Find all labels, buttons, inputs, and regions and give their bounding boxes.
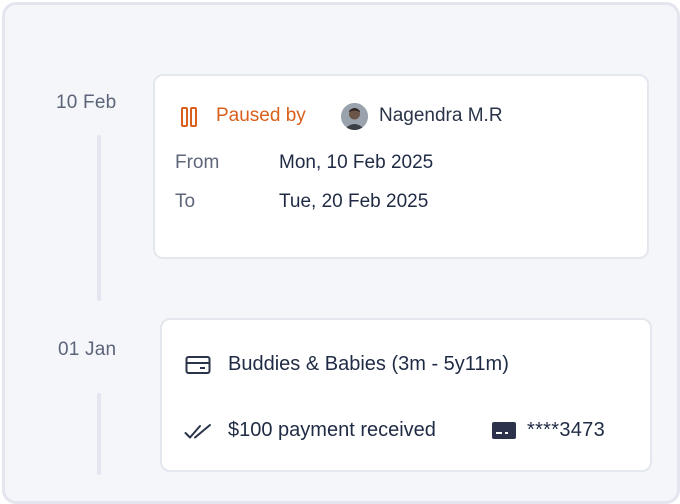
to-label: To xyxy=(175,191,196,212)
payment-status: $100 payment received xyxy=(228,419,436,441)
card-icon xyxy=(185,356,211,374)
timeline-date: 01 Jan xyxy=(58,339,117,360)
user-name[interactable]: Nagendra M.R xyxy=(379,105,503,127)
status-label: Paused by xyxy=(216,105,306,126)
from-label: From xyxy=(175,152,220,173)
pause-event-card: Paused by Nagendra M.R From Mon, 10 Feb … xyxy=(153,74,649,259)
payment-event-card: Buddies & Babies (3m - 5y11m) $100 payme… xyxy=(160,318,652,472)
to-date: Tue, 20 Feb 2025 xyxy=(279,191,429,212)
double-check-icon xyxy=(184,424,211,439)
pause-icon xyxy=(181,107,197,127)
timeline-panel: 10 Feb Paused by Nagendra M.R From Mon, … xyxy=(2,2,680,504)
card-number: ****3473 xyxy=(527,419,606,441)
timeline-connector xyxy=(97,135,101,301)
avatar xyxy=(341,103,368,130)
credit-card-icon xyxy=(492,422,516,439)
timeline-date: 10 Feb xyxy=(56,92,117,113)
timeline-connector xyxy=(97,393,101,475)
from-date: Mon, 10 Feb 2025 xyxy=(279,152,434,173)
program-name: Buddies & Babies (3m - 5y11m) xyxy=(228,353,509,375)
